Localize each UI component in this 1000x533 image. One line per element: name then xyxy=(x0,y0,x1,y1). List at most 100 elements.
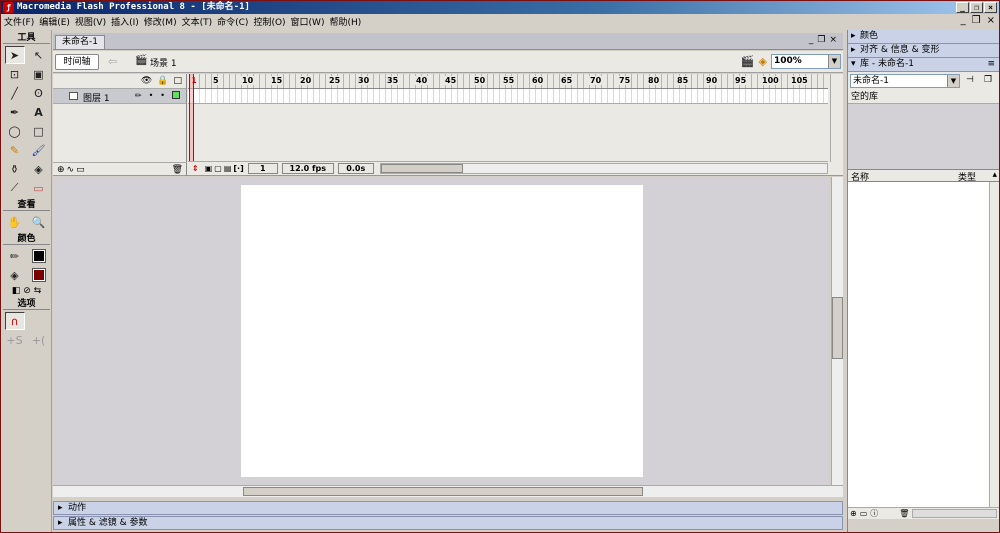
eye-icon[interactable]: 👁 xyxy=(141,76,152,86)
properties-panel-header[interactable]: ▸ 属性 & 滤镜 & 参数 xyxy=(53,516,843,530)
frame-ruler[interactable]: 1 5 10 15 20 25 30 35 40 45 50 55 60 65 … xyxy=(188,74,828,89)
doc-restore-button[interactable]: ❐ xyxy=(972,15,981,26)
doc-tab-restore-button[interactable]: ❐ xyxy=(817,35,825,45)
subselection-tool-icon[interactable]: ↖ xyxy=(29,46,49,64)
timeline-toggle-button[interactable]: 时间轴 xyxy=(55,54,99,70)
document-tab[interactable]: 未命名-1 xyxy=(55,35,105,49)
restore-button[interactable]: ❐ xyxy=(970,2,983,13)
library-horizontal-scrollbar[interactable] xyxy=(912,509,997,518)
stage-vertical-thumb[interactable] xyxy=(832,297,843,359)
doc-close-button[interactable]: × xyxy=(987,15,995,26)
outline-icon[interactable]: □ xyxy=(173,76,182,86)
fill-transform-tool-icon[interactable]: ▣ xyxy=(29,65,49,83)
timeline-vertical-scrollbar[interactable] xyxy=(830,74,843,162)
menu-window[interactable]: 窗口(W) xyxy=(291,15,330,28)
doc-tab-close-button[interactable]: × xyxy=(829,35,837,45)
oval-tool-icon[interactable]: ◯ xyxy=(5,122,25,140)
scene-label[interactable]: 场景 1 xyxy=(150,56,177,69)
edit-symbols-icon[interactable]: ◈ xyxy=(759,55,767,68)
lock-icon[interactable]: 🔒 xyxy=(157,76,168,86)
panel-menu-icon[interactable]: ≡ xyxy=(987,58,995,71)
stage[interactable] xyxy=(241,185,643,477)
doc-minimize-button[interactable]: _ xyxy=(961,15,966,26)
insert-folder-icon[interactable]: ▭ xyxy=(76,165,85,175)
zoom-select[interactable]: 100% ▼ xyxy=(771,54,841,69)
pasteboard[interactable] xyxy=(53,177,829,485)
unlocked-dot-icon[interactable]: • xyxy=(160,91,165,100)
menu-file[interactable]: 文件(F) xyxy=(4,15,39,28)
playhead[interactable] xyxy=(189,74,194,162)
properties-icon[interactable]: ⓘ xyxy=(870,508,878,519)
black-white-icon[interactable]: ◧ xyxy=(12,286,21,296)
frame-rate-field[interactable]: 12.0 fps xyxy=(281,163,334,174)
new-folder-icon[interactable]: ▭ xyxy=(860,509,868,518)
chevron-down-icon[interactable]: ▼ xyxy=(947,75,959,87)
delete-icon[interactable]: 🗑 xyxy=(899,509,909,518)
swap-colors-icon[interactable]: ⇆ xyxy=(34,286,42,296)
delete-layer-icon[interactable]: 🗑 xyxy=(172,165,183,175)
selection-tool-icon[interactable]: ➤ xyxy=(4,46,25,64)
text-tool-icon[interactable]: A xyxy=(29,103,49,121)
eraser-tool-icon[interactable]: ▭ xyxy=(29,179,49,197)
back-arrow-icon[interactable]: ⇦ xyxy=(108,55,117,68)
no-color-icon[interactable]: ⊘ xyxy=(23,286,31,296)
layer-name[interactable]: 图层 1 xyxy=(83,91,110,104)
menu-text[interactable]: 文本(T) xyxy=(182,15,218,28)
center-frame-icon[interactable]: ⇕ xyxy=(192,164,199,173)
visible-dot-icon[interactable]: • xyxy=(149,91,154,100)
outline-color-icon[interactable] xyxy=(172,91,180,99)
doc-tab-minimize-button[interactable]: _ xyxy=(809,35,814,45)
library-document-select[interactable]: 未命名-1 ▼ xyxy=(850,74,960,88)
menu-edit[interactable]: 编辑(E) xyxy=(39,15,75,28)
frame-row-layer-1[interactable] xyxy=(188,89,828,104)
timeline-scroll-thumb[interactable] xyxy=(380,164,463,173)
sort-arrow-icon[interactable]: ▴ xyxy=(992,170,997,180)
paint-bucket-tool-icon[interactable]: ◈ xyxy=(29,160,49,178)
color-panel-header[interactable]: ▸ 颜色 xyxy=(848,30,999,44)
insert-layer-icon[interactable]: ⊕ xyxy=(57,165,65,175)
align-panel-header[interactable]: ▸ 对齐 & 信息 & 变形 xyxy=(848,44,999,58)
free-transform-tool-icon[interactable]: ⊡ xyxy=(5,65,25,83)
hand-tool-icon[interactable]: ✋ xyxy=(5,213,25,231)
timeline-horizontal-scrollbar[interactable] xyxy=(379,163,828,174)
pencil-tool-icon[interactable]: ✎ xyxy=(5,141,25,159)
stage-vertical-scrollbar[interactable] xyxy=(831,177,843,485)
modify-markers-icon[interactable]: [·] xyxy=(233,164,243,173)
line-tool-icon[interactable]: ╱ xyxy=(5,84,25,102)
minimize-button[interactable]: _ xyxy=(956,2,969,13)
ink-bottle-tool-icon[interactable]: ⚱ xyxy=(5,160,25,178)
frames-area[interactable]: 1 5 10 15 20 25 30 35 40 45 50 55 60 65 … xyxy=(188,74,828,162)
close-button[interactable]: × xyxy=(984,2,997,13)
pin-library-icon[interactable]: ⊣ xyxy=(966,75,974,85)
menu-help[interactable]: 帮助(H) xyxy=(329,15,366,28)
pen-tool-icon[interactable]: ✒ xyxy=(5,103,25,121)
new-library-panel-icon[interactable]: ❐ xyxy=(984,75,992,85)
new-symbol-icon[interactable]: ⊕ xyxy=(850,509,857,518)
edit-multiple-frames-icon[interactable]: ▤ xyxy=(224,164,232,173)
menu-control[interactable]: 控制(O) xyxy=(253,15,290,28)
library-side-scrollbar[interactable] xyxy=(989,182,999,507)
library-item-list[interactable] xyxy=(848,182,999,507)
menu-commands[interactable]: 命令(C) xyxy=(217,15,253,28)
edit-scene-icon[interactable]: 🎬 xyxy=(741,55,755,68)
chevron-down-icon[interactable]: ▼ xyxy=(828,55,840,68)
add-motion-guide-icon[interactable]: ∿ xyxy=(67,165,75,175)
library-panel-header[interactable]: ▾ 库 - 未命名-1 ≡ xyxy=(848,58,999,72)
smooth-icon[interactable]: +S xyxy=(5,331,25,349)
snap-magnet-icon[interactable]: ∩ xyxy=(4,312,25,330)
menu-view[interactable]: 视图(V) xyxy=(75,15,111,28)
stage-horizontal-scrollbar[interactable] xyxy=(53,485,843,497)
zoom-tool-icon[interactable]: 🔍 xyxy=(29,213,49,231)
eyedropper-tool-icon[interactable]: ⟋ xyxy=(5,179,25,197)
brush-tool-icon[interactable]: 🖌 xyxy=(29,141,49,159)
lasso-tool-icon[interactable]: ʘ xyxy=(29,84,49,102)
layer-row[interactable]: 图层 1 ✏ • • xyxy=(53,89,186,104)
onion-skin-icon[interactable]: ▣ xyxy=(205,164,213,173)
fill-color-swatch[interactable] xyxy=(29,266,49,284)
menu-insert[interactable]: 插入(I) xyxy=(111,15,144,28)
actions-panel-header[interactable]: ▸ 动作 xyxy=(53,501,843,515)
rectangle-tool-icon[interactable]: □ xyxy=(29,122,49,140)
straighten-icon[interactable]: +( xyxy=(29,331,49,349)
onion-outlines-icon[interactable]: ▢ xyxy=(214,164,222,173)
menu-modify[interactable]: 修改(M) xyxy=(144,15,182,28)
